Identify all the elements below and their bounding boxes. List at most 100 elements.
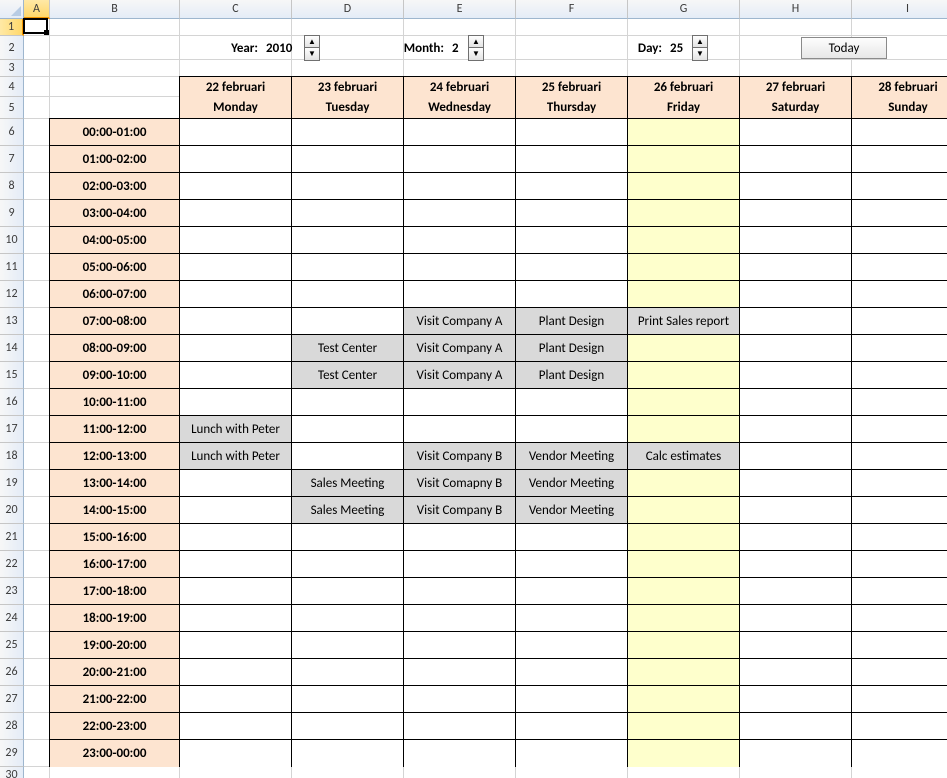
cell-d4-t8[interactable] [628, 335, 740, 362]
row-header-12[interactable]: 12 [0, 281, 24, 308]
cell-d1-t17[interactable] [292, 578, 404, 605]
cell-d4-t16[interactable] [628, 551, 740, 578]
year-spinner[interactable]: ▲▼ [304, 35, 320, 61]
cell-d6-t18[interactable] [852, 605, 947, 632]
cell-d6-t19[interactable] [852, 632, 947, 659]
row-header-20[interactable]: 20 [0, 497, 24, 524]
cell-d6-t2[interactable] [852, 173, 947, 200]
cell-d3-t5[interactable] [516, 254, 628, 281]
cell-d2-t6[interactable] [404, 281, 516, 308]
cell-d4-t10[interactable] [628, 389, 740, 416]
cell-d0-t21[interactable] [180, 686, 292, 713]
event-cell[interactable]: Lunch with Peter [180, 443, 292, 470]
cell-d1-t4[interactable] [292, 227, 404, 254]
cell-d0-t23[interactable] [180, 740, 292, 767]
cell-d4-t20[interactable] [628, 659, 740, 686]
column-header-G[interactable]: G [628, 0, 740, 19]
row-header-3[interactable]: 3 [0, 60, 24, 77]
cell-d6-t15[interactable] [852, 524, 947, 551]
cell-d0-t22[interactable] [180, 713, 292, 740]
cell-d5-t10[interactable] [740, 389, 852, 416]
cell-d5-t8[interactable] [740, 335, 852, 362]
cell-d1-t6[interactable] [292, 281, 404, 308]
row-header-7[interactable]: 7 [0, 146, 24, 173]
cell-d2-t15[interactable] [404, 524, 516, 551]
cell-d0-t17[interactable] [180, 578, 292, 605]
row-header-27[interactable]: 27 [0, 686, 24, 713]
event-cell[interactable]: Plant Design [516, 362, 628, 389]
cell-d1-t19[interactable] [292, 632, 404, 659]
event-cell[interactable]: Vendor Meeting [516, 443, 628, 470]
month-spinner-down[interactable]: ▼ [468, 48, 484, 61]
cell-d5-t12[interactable] [740, 443, 852, 470]
cell-d0-t5[interactable] [180, 254, 292, 281]
cell-d6-t9[interactable] [852, 362, 947, 389]
day-spinner-up[interactable]: ▲ [692, 35, 708, 48]
cell-d5-t11[interactable] [740, 416, 852, 443]
cell-d6-t13[interactable] [852, 470, 947, 497]
row-header-4[interactable]: 4 [0, 77, 24, 97]
cell-d1-t18[interactable] [292, 605, 404, 632]
cell-d5-t7[interactable] [740, 308, 852, 335]
cell-d1-t15[interactable] [292, 524, 404, 551]
cell-d4-t11[interactable] [628, 416, 740, 443]
cell-d3-t0[interactable] [516, 119, 628, 146]
cell-d0-t20[interactable] [180, 659, 292, 686]
year-spinner-up[interactable]: ▲ [304, 35, 320, 48]
cell-d1-t0[interactable] [292, 119, 404, 146]
cell-d2-t20[interactable] [404, 659, 516, 686]
month-spinner-up[interactable]: ▲ [468, 35, 484, 48]
cell-d3-t6[interactable] [516, 281, 628, 308]
column-header-F[interactable]: F [516, 0, 628, 19]
cell-d3-t18[interactable] [516, 605, 628, 632]
event-cell[interactable]: Visit Company A [404, 335, 516, 362]
event-cell[interactable]: Visit Company A [404, 362, 516, 389]
cell-d5-t14[interactable] [740, 497, 852, 524]
cell-d2-t4[interactable] [404, 227, 516, 254]
cell-d4-t21[interactable] [628, 686, 740, 713]
row-header-2[interactable]: 2 [0, 36, 24, 60]
cell-d5-t2[interactable] [740, 173, 852, 200]
column-header-E[interactable]: E [404, 0, 516, 19]
cell-d0-t19[interactable] [180, 632, 292, 659]
cell-d4-t6[interactable] [628, 281, 740, 308]
cell-d3-t19[interactable] [516, 632, 628, 659]
cell-d4-t23[interactable] [628, 740, 740, 767]
cell-d5-t18[interactable] [740, 605, 852, 632]
cell-d6-t12[interactable] [852, 443, 947, 470]
column-header-I[interactable]: I [852, 0, 947, 19]
today-button[interactable]: Today [801, 37, 887, 59]
cell-d0-t0[interactable] [180, 119, 292, 146]
cell-d6-t3[interactable] [852, 200, 947, 227]
cell-d0-t3[interactable] [180, 200, 292, 227]
row-header-18[interactable]: 18 [0, 443, 24, 470]
cell-d0-t4[interactable] [180, 227, 292, 254]
row-header-16[interactable]: 16 [0, 389, 24, 416]
cell-d5-t20[interactable] [740, 659, 852, 686]
cell-d6-t1[interactable] [852, 146, 947, 173]
cell-d1-t20[interactable] [292, 659, 404, 686]
row-header-6[interactable]: 6 [0, 119, 24, 146]
cell-d4-t18[interactable] [628, 605, 740, 632]
event-cell[interactable]: Plant Design [516, 335, 628, 362]
cell-d3-t10[interactable] [516, 389, 628, 416]
cell-d4-t2[interactable] [628, 173, 740, 200]
row-header-28[interactable]: 28 [0, 713, 24, 740]
row-header-8[interactable]: 8 [0, 173, 24, 200]
cell-d5-t5[interactable] [740, 254, 852, 281]
row-header-21[interactable]: 21 [0, 524, 24, 551]
cell-d0-t14[interactable] [180, 497, 292, 524]
column-header-C[interactable]: C [180, 0, 292, 19]
cell-d6-t11[interactable] [852, 416, 947, 443]
cell-d5-t19[interactable] [740, 632, 852, 659]
cell-d3-t22[interactable] [516, 713, 628, 740]
cell-d4-t19[interactable] [628, 632, 740, 659]
cell-d1-t1[interactable] [292, 146, 404, 173]
cell-d6-t17[interactable] [852, 578, 947, 605]
cell-d6-t6[interactable] [852, 281, 947, 308]
cell-d2-t3[interactable] [404, 200, 516, 227]
cell-d0-t2[interactable] [180, 173, 292, 200]
cell-d3-t11[interactable] [516, 416, 628, 443]
cell-d6-t7[interactable] [852, 308, 947, 335]
row-header-30[interactable]: 30 [0, 767, 24, 778]
